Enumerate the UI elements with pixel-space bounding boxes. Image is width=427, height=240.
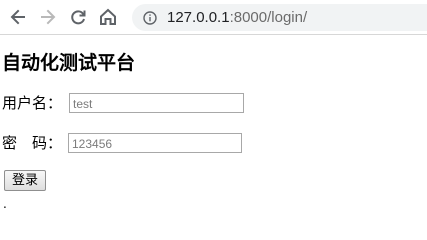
reload-icon: [68, 7, 88, 27]
url-host: 127.0.0.1: [167, 9, 230, 26]
page-title: 自动化测试平台: [2, 52, 136, 74]
home-icon: [98, 7, 118, 27]
info-icon[interactable]: [143, 10, 157, 25]
password-input[interactable]: [68, 133, 242, 153]
url-path: :8000/login/: [229, 9, 308, 26]
password-label: 密 码：: [2, 134, 63, 152]
url-text[interactable]: 127.0.0.1:8000/login/: [167, 8, 307, 27]
login-page: 自动化测试平台 用户名： 密 码： 登录 .: [2, 48, 427, 240]
address-bar[interactable]: 127.0.0.1:8000/login/: [132, 4, 427, 31]
browser-toolbar: 127.0.0.1:8000/login/: [0, 0, 427, 35]
arrow-left-icon: [8, 7, 28, 27]
home-button[interactable]: [96, 5, 120, 29]
username-input[interactable]: [69, 93, 244, 113]
login-button[interactable]: 登录: [4, 170, 46, 191]
arrow-right-icon: [38, 7, 58, 27]
stray-text: .: [3, 197, 7, 211]
reload-button[interactable]: [66, 5, 90, 29]
back-button[interactable]: [6, 5, 30, 29]
username-label: 用户名：: [2, 94, 63, 112]
forward-button[interactable]: [36, 5, 60, 29]
